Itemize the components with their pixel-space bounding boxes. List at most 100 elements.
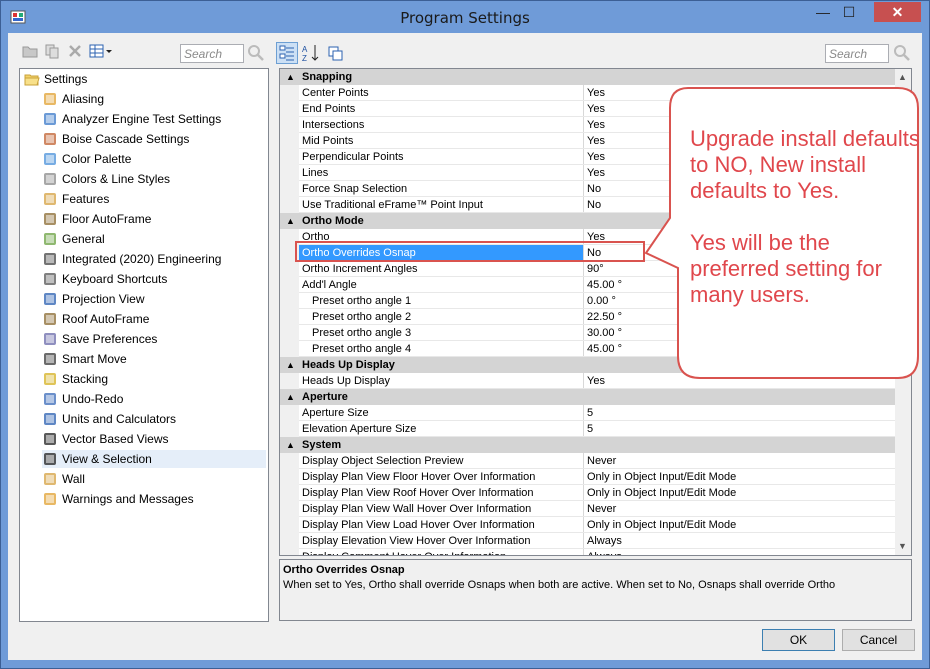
scroll-down-icon[interactable]: ▼ — [898, 541, 907, 551]
settings-tree[interactable]: Settings Aliasing Analyzer Engine Test Se… — [19, 68, 269, 622]
column-divider[interactable] — [583, 149, 584, 165]
grid-category[interactable]: ▲ Snapping — [280, 69, 895, 85]
grid-property-row[interactable]: Add'l Angle 45.00 ° — [280, 277, 895, 293]
tree-item[interactable]: Colors & Line Styles — [42, 170, 266, 188]
grid-property-row[interactable]: Display Object Selection Preview Never — [280, 453, 895, 469]
column-divider[interactable] — [583, 101, 584, 117]
column-divider[interactable] — [583, 261, 584, 277]
column-divider[interactable] — [583, 373, 584, 389]
grid-property-row[interactable]: Center Points Yes — [280, 85, 895, 101]
column-divider[interactable] — [583, 517, 584, 533]
property-value[interactable]: 45.00 ° — [587, 341, 622, 357]
column-divider[interactable] — [583, 245, 584, 261]
collapse-icon[interactable]: ▲ — [286, 389, 295, 405]
column-divider[interactable] — [583, 549, 584, 555]
property-value[interactable]: Only in Object Input/Edit Mode — [587, 485, 736, 501]
property-value[interactable]: Only in Object Input/Edit Mode — [587, 517, 736, 533]
tree-item[interactable]: General — [42, 230, 266, 248]
tree-item[interactable]: Units and Calculators — [42, 410, 266, 428]
maximize-button[interactable]: ☐ — [836, 2, 862, 22]
grid-scrollbar[interactable]: ▲ ▼ — [895, 69, 911, 555]
collapse-icon[interactable]: ▲ — [286, 437, 295, 453]
property-value[interactable]: Yes — [587, 85, 605, 101]
column-divider[interactable] — [583, 325, 584, 341]
tree-item[interactable]: Floor AutoFrame — [42, 210, 266, 228]
property-value[interactable]: Yes — [587, 373, 605, 389]
property-value[interactable]: 45.00 ° — [587, 277, 622, 293]
property-value[interactable]: Always — [587, 533, 622, 549]
grid-property-row[interactable]: Ortho Increment Angles 90° — [280, 261, 895, 277]
property-value[interactable]: Yes — [587, 133, 605, 149]
tree-item[interactable]: Wall — [42, 470, 266, 488]
property-value[interactable]: No — [587, 197, 601, 213]
tree-root-settings[interactable]: Settings — [24, 70, 264, 88]
column-divider[interactable] — [583, 85, 584, 101]
column-divider[interactable] — [583, 277, 584, 293]
grid-property-row[interactable]: Heads Up Display Yes — [280, 373, 895, 389]
property-value[interactable]: 30.00 ° — [587, 325, 622, 341]
property-value[interactable]: Yes — [587, 229, 605, 245]
grid-property-row[interactable]: Intersections Yes — [280, 117, 895, 133]
grid-property-row[interactable]: Use Traditional eFrame™ Point Input No — [280, 197, 895, 213]
grid-category[interactable]: ▲ Ortho Mode — [280, 213, 895, 229]
tree-item[interactable]: Stacking — [42, 370, 266, 388]
grid-category[interactable]: ▲ System — [280, 437, 895, 453]
column-divider[interactable] — [583, 117, 584, 133]
cancel-button[interactable]: Cancel — [842, 629, 915, 651]
property-value[interactable]: 0.00 ° — [587, 293, 616, 309]
grid-property-row[interactable]: Preset ortho angle 3 30.00 ° — [280, 325, 895, 341]
tree-item[interactable]: Analyzer Engine Test Settings — [42, 110, 266, 128]
column-divider[interactable] — [583, 405, 584, 421]
column-divider[interactable] — [583, 469, 584, 485]
grid-property-row[interactable]: Display Plan View Load Hover Over Inform… — [280, 517, 895, 533]
tree-item[interactable]: Keyboard Shortcuts — [42, 270, 266, 288]
property-grid[interactable]: ▲ Snapping Center Points Yes End Points Yes In… — [279, 68, 912, 556]
new-folder-icon[interactable] — [21, 42, 39, 60]
property-value[interactable]: Yes — [587, 117, 605, 133]
grid-property-row[interactable]: Perpendicular Points Yes — [280, 149, 895, 165]
column-divider[interactable] — [583, 165, 584, 181]
grid-property-row[interactable]: Display Plan View Floor Hover Over Infor… — [280, 469, 895, 485]
column-divider[interactable] — [583, 309, 584, 325]
tree-item[interactable]: Save Preferences — [42, 330, 266, 348]
property-value[interactable]: Never — [587, 453, 616, 469]
scroll-up-icon[interactable]: ▲ — [898, 72, 907, 82]
grid-property-row[interactable]: Preset ortho angle 1 0.00 ° — [280, 293, 895, 309]
copy-icon[interactable] — [43, 42, 61, 60]
grid-property-row[interactable]: Display Plan View Wall Hover Over Inform… — [280, 501, 895, 517]
tree-item[interactable]: Features — [42, 190, 266, 208]
tree-search-icon[interactable] — [247, 44, 265, 62]
grid-property-row[interactable]: Preset ortho angle 4 45.00 ° — [280, 341, 895, 357]
tree-item[interactable]: Warnings and Messages — [42, 490, 266, 508]
alphabetical-view-button[interactable]: A Z — [300, 42, 322, 64]
property-value[interactable]: Yes — [587, 149, 605, 165]
property-value[interactable]: Never — [587, 501, 616, 517]
property-value[interactable]: 5 — [587, 405, 593, 421]
property-search-input[interactable]: Search — [825, 44, 889, 63]
grid-property-row[interactable]: End Points Yes — [280, 101, 895, 117]
collapse-icon[interactable]: ▲ — [286, 213, 295, 229]
property-pages-button[interactable] — [325, 42, 347, 64]
view-options-icon[interactable] — [88, 42, 114, 60]
grid-property-row[interactable]: Display Comment Hover Over Information Al… — [280, 549, 895, 555]
property-value[interactable]: 5 — [587, 421, 593, 437]
grid-property-row[interactable]: Ortho Yes — [280, 229, 895, 245]
grid-property-row[interactable]: Ortho Overrides Osnap No — [280, 245, 895, 261]
grid-property-row[interactable]: Force Snap Selection No — [280, 181, 895, 197]
column-divider[interactable] — [583, 229, 584, 245]
column-divider[interactable] — [583, 533, 584, 549]
property-value[interactable]: Yes — [587, 165, 605, 181]
tree-item[interactable]: Integrated (2020) Engineering — [42, 250, 266, 268]
property-value[interactable]: Always — [587, 549, 622, 555]
column-divider[interactable] — [583, 453, 584, 469]
tree-item[interactable]: Undo-Redo — [42, 390, 266, 408]
property-value[interactable]: No — [587, 245, 601, 261]
property-value[interactable]: 22.50 ° — [587, 309, 622, 325]
column-divider[interactable] — [583, 341, 584, 357]
grid-property-row[interactable]: Mid Points Yes — [280, 133, 895, 149]
grid-property-row[interactable]: Elevation Aperture Size 5 — [280, 421, 895, 437]
tree-item[interactable]: View & Selection — [42, 450, 266, 468]
column-divider[interactable] — [583, 181, 584, 197]
column-divider[interactable] — [583, 293, 584, 309]
column-divider[interactable] — [583, 501, 584, 517]
